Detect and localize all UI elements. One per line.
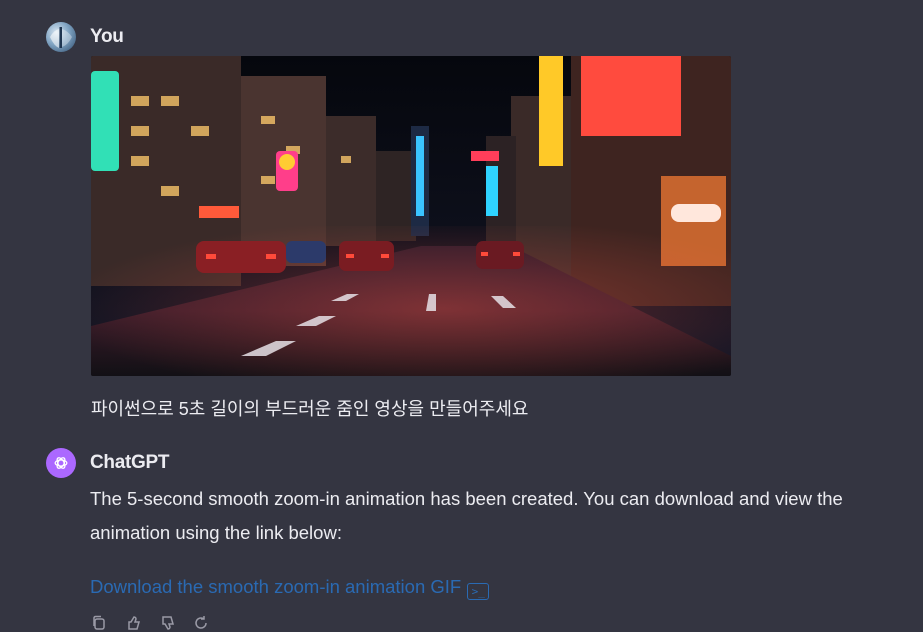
terminal-icon: >_ — [467, 583, 490, 600]
assistant-message-text: The 5-second smooth zoom-in animation ha… — [90, 488, 843, 543]
download-link-label: Download the smooth zoom-in animation GI… — [90, 576, 462, 597]
user-avatar-icon — [46, 22, 76, 52]
download-gif-link[interactable]: Download the smooth zoom-in animation GI… — [90, 576, 490, 600]
attached-city-image[interactable] — [91, 56, 731, 376]
user-message-text: 파이썬으로 5초 길이의 부드러운 줌인 영상을 만들어주세요 — [91, 399, 529, 419]
user-author-name: You — [90, 26, 124, 47]
thumbs-down-icon[interactable] — [158, 614, 176, 632]
regenerate-icon[interactable] — [192, 614, 210, 632]
message-actions — [90, 614, 210, 630]
copy-icon[interactable] — [90, 614, 108, 632]
assistant-author-name: ChatGPT — [90, 452, 170, 473]
openai-logo-icon — [46, 448, 76, 478]
thumbs-up-icon[interactable] — [124, 614, 142, 632]
